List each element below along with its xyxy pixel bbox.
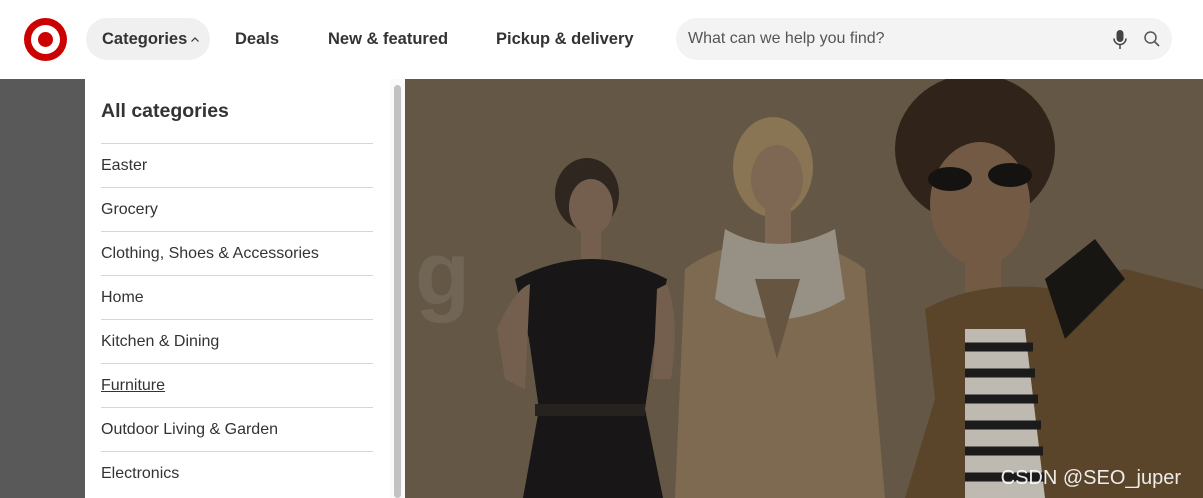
category-label: Kitchen & Dining <box>101 333 220 350</box>
category-label: Home <box>101 289 144 306</box>
search-icon[interactable] <box>1143 30 1161 48</box>
site-header: Categories Deals New & featured Pickup &… <box>0 0 1203 79</box>
target-logo[interactable] <box>24 18 67 61</box>
chevron-up-icon <box>190 18 200 78</box>
category-label: Grocery <box>101 201 158 218</box>
pickup-delivery-link[interactable]: Pickup & delivery <box>496 18 634 60</box>
categories-button[interactable]: Categories <box>86 18 210 60</box>
category-item-clothing[interactable]: Clothing, Shoes & Accessories <box>101 231 373 275</box>
categories-label: Categories <box>102 30 188 48</box>
search-bar <box>676 18 1172 60</box>
new-featured-link[interactable]: New & featured <box>328 18 448 60</box>
category-item-electronics[interactable]: Electronics <box>101 451 373 495</box>
hero-photo: g <box>405 79 1203 498</box>
category-item-home[interactable]: Home <box>101 275 373 319</box>
category-item-furniture[interactable]: Furniture <box>101 363 373 407</box>
category-label: Furniture <box>101 377 166 394</box>
panel-scrollbar-thumb[interactable] <box>394 85 401 498</box>
category-label: Electronics <box>101 465 180 482</box>
category-label: Easter <box>101 157 148 174</box>
logo-center <box>38 32 53 47</box>
category-item-easter[interactable]: Easter <box>101 143 373 187</box>
deals-link[interactable]: Deals <box>235 18 279 60</box>
category-label: Clothing, Shoes & Accessories <box>101 245 319 262</box>
microphone-icon[interactable] <box>1112 29 1128 51</box>
watermark-text: CSDN @SEO_juper <box>1000 467 1181 489</box>
category-item-kitchen-dining[interactable]: Kitchen & Dining <box>101 319 373 363</box>
hero-banner-image: g CSDN @SEO_juper <box>405 79 1203 498</box>
category-label: Outdoor Living & Garden <box>101 421 278 438</box>
category-list: Easter Grocery Clothing, Shoes & Accesso… <box>101 143 373 495</box>
panel-title: All categories <box>101 100 229 122</box>
category-item-outdoor-garden[interactable]: Outdoor Living & Garden <box>101 407 373 451</box>
categories-dropdown-panel: All categories Easter Grocery Clothing, … <box>85 79 405 498</box>
search-input[interactable] <box>688 18 1088 60</box>
category-item-grocery[interactable]: Grocery <box>101 187 373 231</box>
